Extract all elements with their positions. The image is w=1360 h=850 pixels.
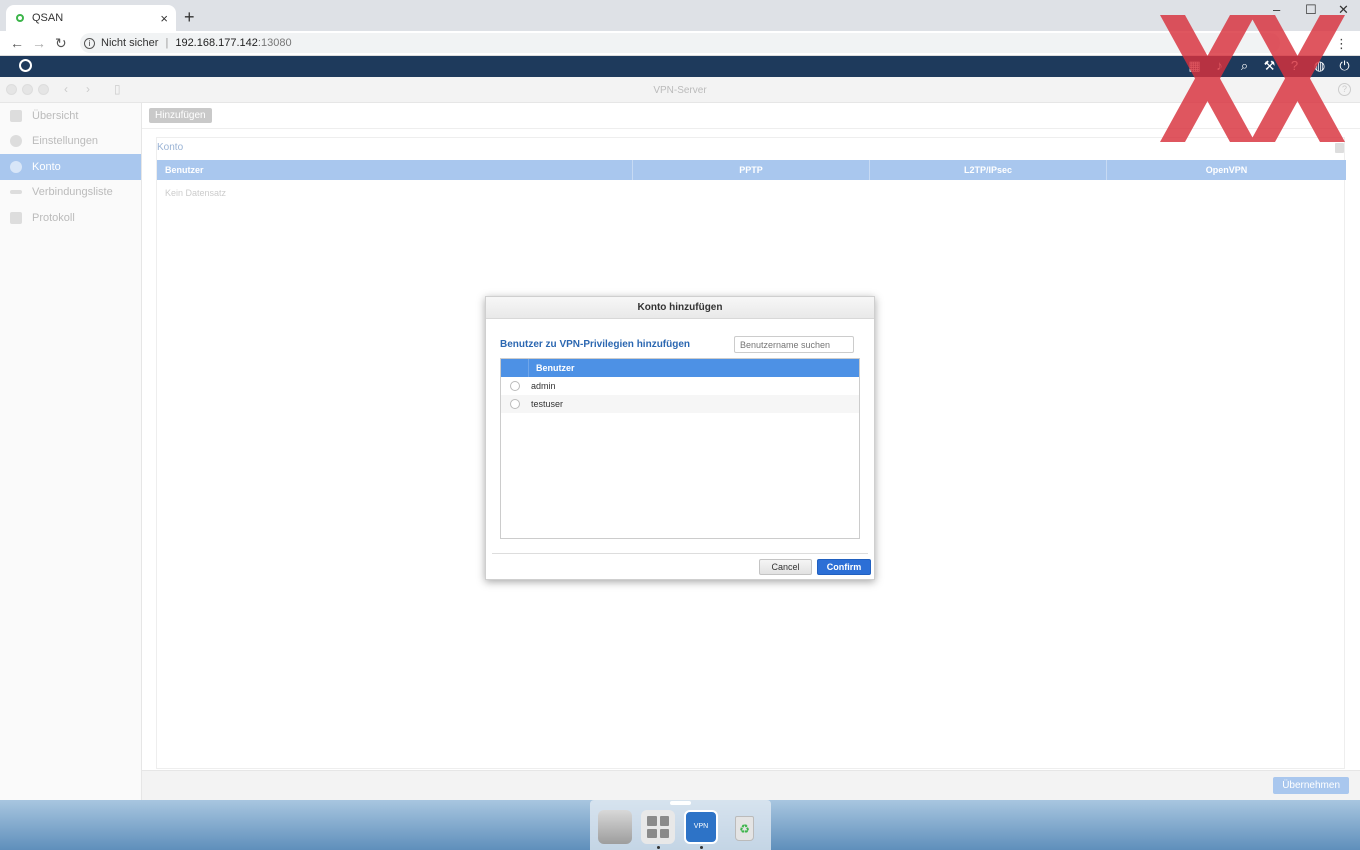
user-icon — [10, 160, 22, 173]
empty-table-text: Kein Datensatz — [165, 188, 227, 198]
qsan-favicon-icon — [16, 14, 24, 22]
browser-tab[interactable]: QSAN × — [6, 5, 176, 31]
tab-close-icon[interactable]: × — [160, 11, 168, 26]
search-icon[interactable]: ⌕ — [1237, 58, 1252, 74]
column-header-user[interactable]: Benutzer — [157, 160, 633, 180]
dock-running-indicator — [657, 846, 660, 849]
app-window-titlebar: ‹ › ▯ VPN-Server ? — [0, 77, 1360, 103]
connection-icon — [10, 190, 22, 195]
sidebar-item-einstellungen[interactable]: Einstellungen — [0, 129, 141, 155]
cancel-button[interactable]: Cancel — [759, 559, 812, 575]
bell-icon[interactable]: ♪ — [1212, 58, 1227, 74]
browser-toolbar: ← → ↻ i Nicht sicher | 192.168.177.142 :… — [0, 31, 1360, 56]
dock-server-app-icon[interactable] — [598, 810, 632, 844]
list-item[interactable]: testuser — [501, 395, 859, 413]
url-host: 192.168.177.142 — [175, 37, 258, 49]
user-column-label[interactable]: Benutzer — [529, 363, 575, 373]
globe-icon[interactable]: ◍ — [1312, 58, 1327, 74]
address-bar[interactable]: i Nicht sicher | 192.168.177.142 :13080 — [80, 33, 1280, 53]
sidebar-item-label: Verbindungsliste — [32, 186, 113, 199]
dock: VPN ♻ — [590, 800, 771, 850]
tool-icon[interactable]: ⚒ — [1262, 58, 1277, 74]
dock-app-grid-icon[interactable] — [641, 810, 675, 844]
trash-icon[interactable] — [1335, 143, 1344, 153]
browser-menu-icon[interactable]: ⋮ — [1335, 36, 1348, 52]
confirm-button[interactable]: Confirm — [817, 559, 871, 575]
sidebar-item-label: Übersicht — [32, 109, 79, 122]
column-header-pptp[interactable]: PPTP — [633, 160, 870, 180]
user-list-header: Benutzer — [501, 359, 859, 377]
url-port: :13080 — [257, 37, 292, 49]
sidebar-item-label: Protokoll — [32, 211, 75, 224]
browser-tab-bar: QSAN × + – ☐ ✕ — [0, 0, 1360, 31]
tab-title: QSAN — [32, 12, 64, 24]
dock-handle[interactable] — [670, 801, 691, 805]
column-header-l2tp[interactable]: L2TP/IPsec — [870, 160, 1107, 180]
user-checkbox[interactable] — [510, 381, 520, 391]
section-title: Konto — [157, 142, 184, 153]
user-checkbox[interactable] — [510, 399, 520, 409]
user-name: testuser — [531, 399, 564, 409]
forward-arrow-icon[interactable]: → — [32, 35, 46, 51]
new-tab-button[interactable]: + — [184, 7, 195, 28]
dialog-divider — [492, 553, 868, 554]
sidebar-item-protokoll[interactable]: Protokoll — [0, 205, 141, 231]
dock-recycle-bin-icon[interactable]: ♻ — [727, 810, 761, 844]
main-footer: Übernehmen — [142, 770, 1360, 800]
column-header-openvpn[interactable]: OpenVPN — [1107, 160, 1346, 180]
sidebar-item-konto[interactable]: Konto — [0, 154, 141, 180]
back-arrow-icon[interactable]: ← — [10, 35, 24, 51]
apply-button[interactable]: Übernehmen — [1273, 777, 1349, 794]
window-close-button[interactable]: ✕ — [1338, 2, 1349, 18]
settings-icon — [10, 135, 22, 148]
list-item[interactable]: admin — [501, 377, 859, 395]
grid-icon[interactable]: ▦ — [1187, 58, 1202, 74]
window-maximize-button[interactable]: ☐ — [1305, 2, 1317, 18]
account-table-header: Benutzer PPTP L2TP/IPsec OpenVPN — [157, 160, 1346, 180]
reload-icon[interactable]: ↻ — [55, 35, 67, 52]
log-icon — [10, 211, 22, 224]
recycle-icon: ♻ — [735, 816, 754, 841]
sidebar: Übersicht Einstellungen Konto Verbindung… — [0, 103, 142, 800]
sidebar-item-label: Einstellungen — [32, 135, 99, 148]
dock-running-indicator — [700, 846, 703, 849]
dock-vpn-app-icon[interactable]: VPN — [684, 810, 718, 844]
dialog-heading: Benutzer zu VPN-Privilegien hinzufügen — [500, 339, 691, 350]
security-label: Nicht sicher — [101, 37, 159, 49]
username-search-input[interactable] — [734, 336, 854, 353]
qsan-logo-icon[interactable] — [19, 59, 32, 72]
window-minimize-button[interactable]: – — [1273, 2, 1280, 17]
help-icon[interactable]: ? — [1287, 58, 1302, 74]
info-icon[interactable]: i — [84, 37, 95, 49]
main-toolbar: Hinzufügen — [142, 103, 1360, 129]
power-icon[interactable]: ⏻ — [1337, 58, 1352, 74]
window-help-icon[interactable]: ? — [1338, 83, 1351, 96]
sidebar-item-label: Konto — [32, 160, 61, 173]
user-name: admin — [531, 381, 556, 391]
sidebar-item-uebersicht[interactable]: Übersicht — [0, 103, 141, 129]
app-header: ▦ ♪ ⌕ ⚒ ? ◍ ⏻ — [0, 56, 1360, 77]
select-all-column[interactable] — [501, 359, 529, 377]
add-account-dialog: Konto hinzufügen Benutzer zu VPN-Privile… — [485, 296, 875, 580]
sidebar-item-verbindungsliste[interactable]: Verbindungsliste — [0, 180, 141, 206]
overview-icon — [10, 109, 22, 122]
dialog-title: Konto hinzufügen — [486, 297, 874, 319]
add-button[interactable]: Hinzufügen — [149, 108, 212, 123]
window-title: VPN-Server — [653, 85, 707, 96]
address-separator: | — [165, 37, 169, 49]
user-list: Benutzer admin testuser — [500, 358, 860, 539]
